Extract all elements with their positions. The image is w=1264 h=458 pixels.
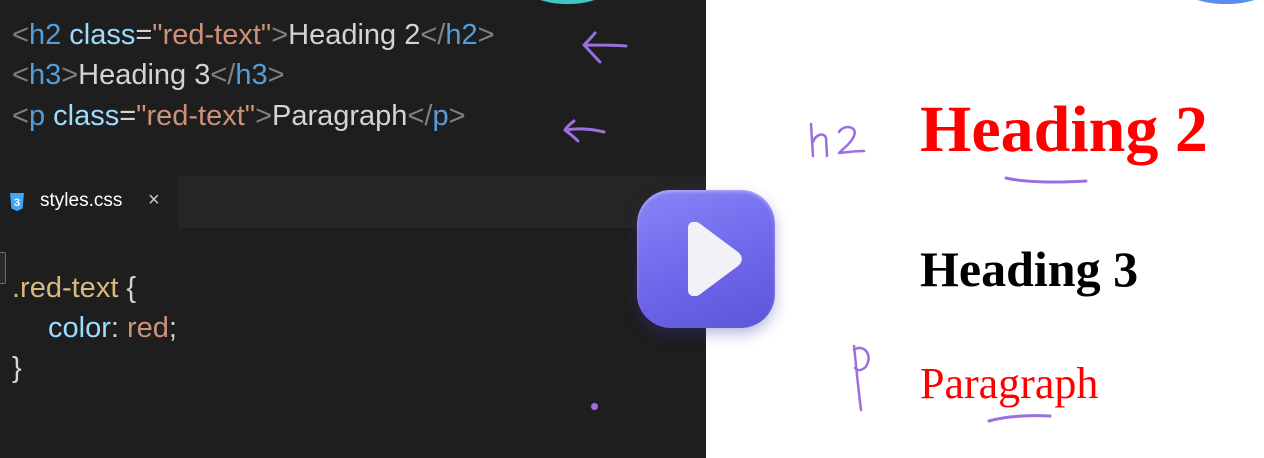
css-semicolon: ; [168,312,177,344]
css-code-line-2: color: red; [48,314,177,343]
close-icon[interactable]: × [148,189,160,212]
html-equals: = [119,100,137,132]
html-punct: > [448,100,466,132]
svg-text:3: 3 [14,197,20,209]
html-attr-name: class [61,19,136,51]
preview-heading-2: Heading 2 [920,93,1208,166]
underline-annotation [1004,176,1088,184]
html-punct: > [255,100,272,132]
editor-tab-bar: 3 styles.css × [0,176,706,228]
arrow-annotation-icon [582,31,628,64]
css-selector: .red-text [12,272,119,304]
html-attr-name: class [45,100,120,132]
preview-heading-3: Heading 3 [920,241,1139,297]
html-tag-name: p [432,100,449,132]
html-text: Heading 3 [78,59,211,91]
html-attr-value: "red-text" [136,100,256,132]
html-punct: > [477,19,495,51]
underline-annotation [987,414,1052,423]
arrow-annotation-icon [563,119,606,143]
annotation-dot [591,403,598,410]
html-text: Heading 2 [288,19,421,51]
css-value: red [126,312,169,344]
html-tag-name: h3 [235,59,268,91]
html-code-line-1: <h2 class="red-text">Heading 2</h2> [12,21,495,50]
html-equals: = [135,19,153,51]
tab-label: styles.css [40,190,123,211]
html-tag-name: h3 [28,59,62,91]
html-punct: </ [210,59,236,91]
html-tag-name: h2 [445,19,478,51]
css-brace: { [118,272,137,304]
html-punct: < [12,19,29,51]
html-punct: < [12,100,29,132]
browser-preview: Heading 2 Heading 3 Paragraph h2 p [706,0,1264,458]
play-icon [688,222,742,296]
html-attr-value: "red-text" [152,19,272,51]
css-code-area[interactable]: .red-text { color: red; } [0,228,706,458]
html-tag-name: h2 [28,19,62,51]
html-punct: </ [420,19,446,51]
html-tag-name: p [28,100,46,132]
handwritten-p-note: p [852,344,870,412]
css3-icon: 3 [10,193,24,211]
html-punct: > [267,59,285,91]
teal-circle-decoration [520,0,615,4]
html-code-line-3: <p class="red-text">Paragraph</p> [12,102,466,131]
html-text: Paragraph [272,100,408,132]
css-brace: } [12,352,22,384]
handwritten-h2-note: h2 [809,122,866,158]
css-property: color [48,312,111,344]
tab-styles-css[interactable]: 3 styles.css × [0,176,178,228]
html-punct: </ [407,100,433,132]
html-code-line-2: <h3>Heading 3</h3> [12,61,285,90]
html-punct: > [271,19,289,51]
css-code-line-1: .red-text { [12,274,136,303]
css-code-line-3: } [12,354,22,383]
play-button[interactable] [637,190,775,328]
html-punct: < [12,59,29,91]
css-colon: : [110,312,127,344]
preview-paragraph: Paragraph [920,359,1099,408]
blue-circle-decoration [1176,0,1264,4]
html-punct: > [61,59,79,91]
code-editor[interactable]: <h2 class="red-text">Heading 2</h2> <h3>… [0,0,706,458]
